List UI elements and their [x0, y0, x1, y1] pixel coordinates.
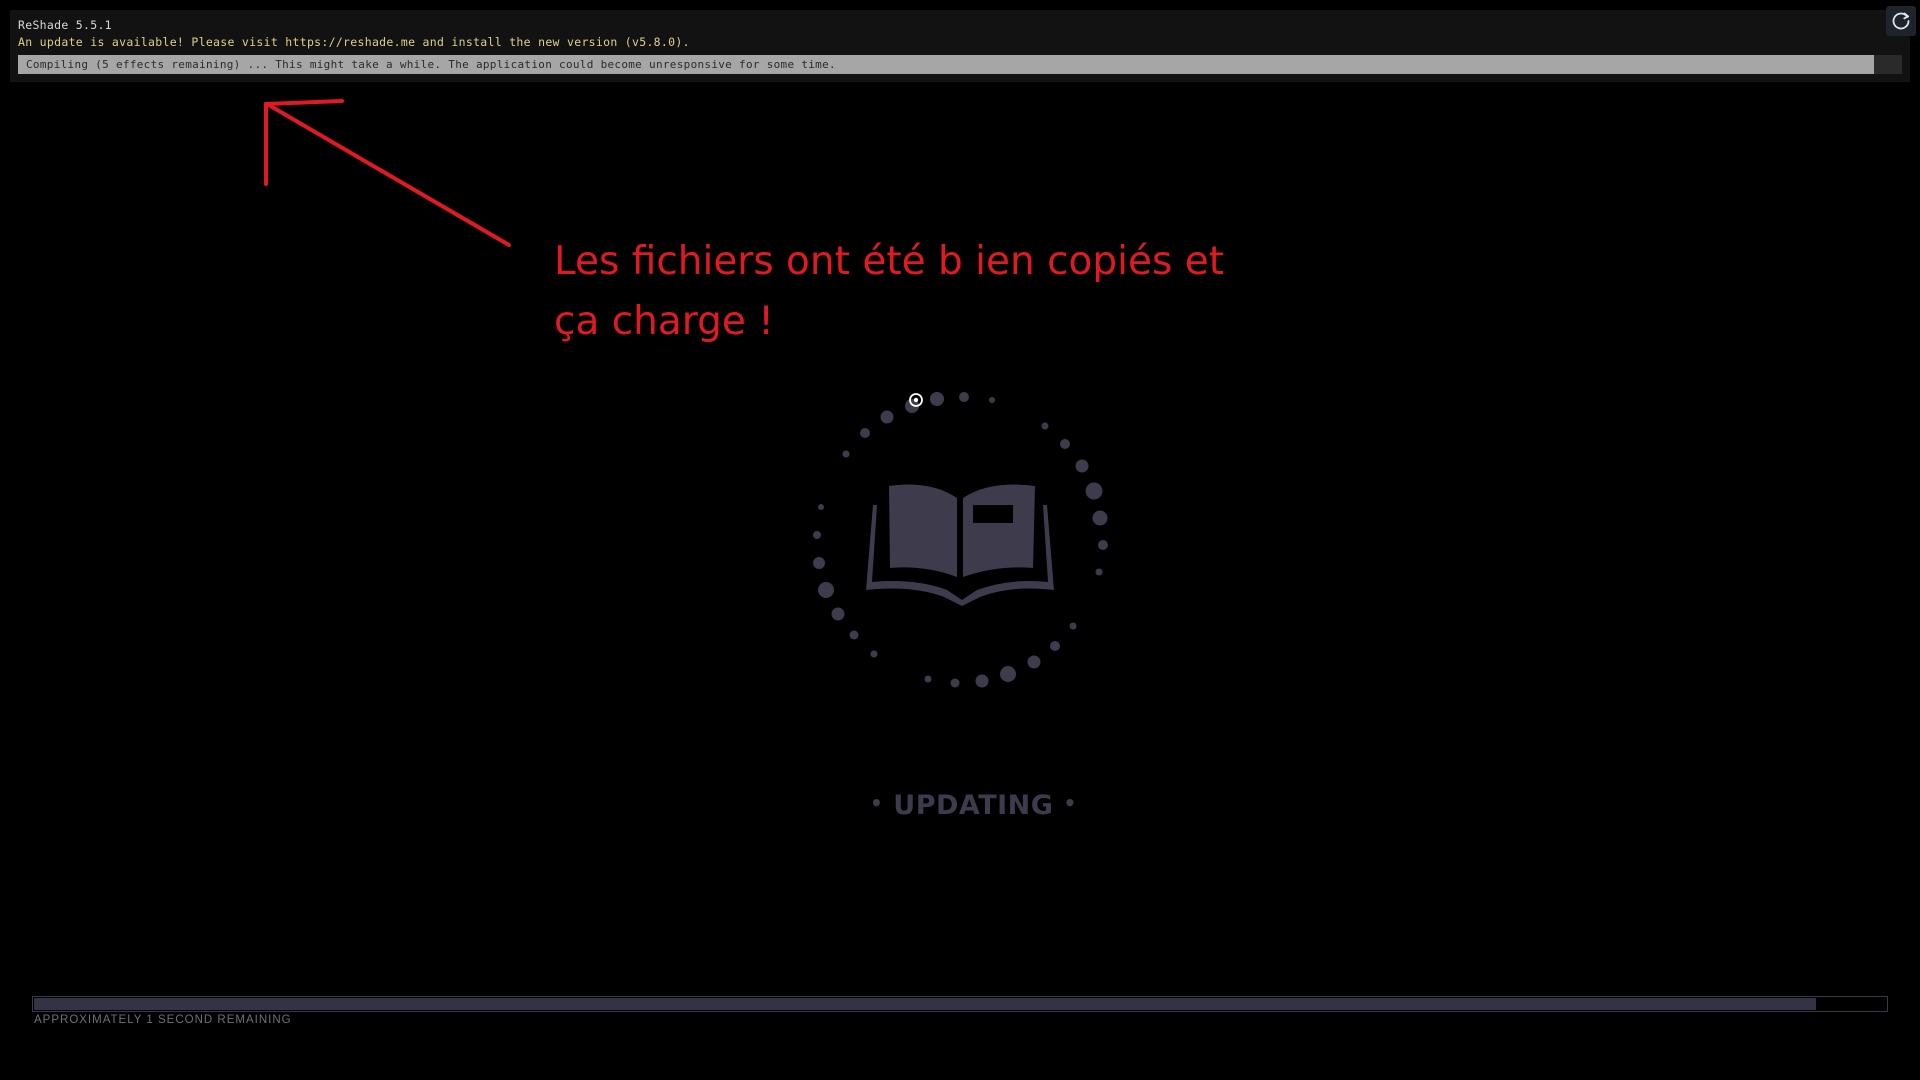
- right-dot-icon: •: [1063, 791, 1077, 815]
- loading-progress-bar: [32, 996, 1888, 1012]
- loading-progress-fill: [34, 998, 1816, 1010]
- book-icon: [866, 484, 1054, 606]
- spinner-dots: [813, 392, 1108, 688]
- loading-spinner: [813, 392, 1108, 688]
- updating-status: UPDATING: [893, 790, 1054, 821]
- left-dot-icon: •: [870, 791, 884, 815]
- remaining-time-text: APPROXIMATELY 1 SECOND REMAINING: [34, 1014, 292, 1026]
- updating-label: • UPDATING •: [860, 790, 1076, 821]
